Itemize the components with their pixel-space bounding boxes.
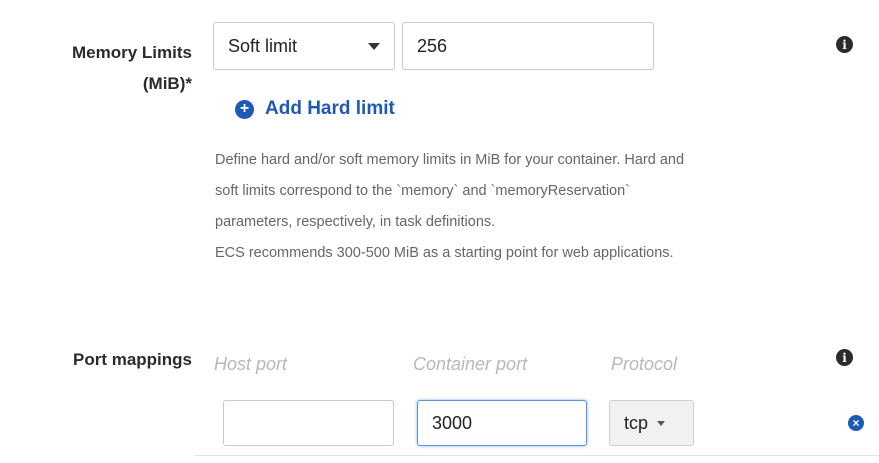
help-line: parameters, respectively, in task defini… [215, 214, 496, 230]
port-mappings-label: Port mappings [72, 350, 192, 369]
help-line: soft limits correspond to the `memory` a… [215, 183, 630, 199]
help-line: ECS recommends 300-500 MiB as a starting… [215, 245, 674, 261]
remove-circle-icon[interactable]: × [848, 415, 864, 431]
memory-limits-label-line2: (MiB)* [142, 74, 192, 93]
container-port-header: Container port [413, 354, 528, 374]
memory-limit-type-select[interactable]: Soft limit [213, 22, 395, 70]
plus-circle-icon: + [235, 99, 254, 119]
add-hard-limit-label: Add Hard limit [265, 98, 395, 119]
info-icon[interactable]: i [836, 349, 853, 366]
host-port-header: Host port [214, 354, 288, 374]
container-port-value: 3000 [432, 412, 473, 433]
protocol-select[interactable]: tcp [609, 400, 694, 446]
help-line: Define hard and/or soft memory limits in… [215, 152, 685, 168]
memory-limits-label-line1: Memory Limits [72, 43, 192, 62]
host-port-input[interactable] [223, 400, 394, 446]
chevron-down-icon [368, 42, 380, 50]
protocol-value: tcp [624, 412, 649, 433]
protocol-header: Protocol [611, 354, 678, 374]
memory-limit-type-value: Soft limit [228, 35, 298, 56]
container-port-input[interactable]: 3000 [417, 400, 587, 446]
memory-limits-label: Memory Limits (MiB)* [20, 37, 192, 99]
info-icon[interactable]: i [836, 36, 853, 53]
chevron-down-icon [657, 420, 666, 426]
add-hard-limit-button[interactable]: + Add Hard limit [235, 98, 395, 120]
memory-help-text: Define hard and/or soft memory limits in… [215, 145, 835, 269]
memory-limit-input[interactable]: 256 [402, 22, 654, 70]
divider [195, 455, 879, 456]
memory-limit-value: 256 [417, 35, 448, 56]
